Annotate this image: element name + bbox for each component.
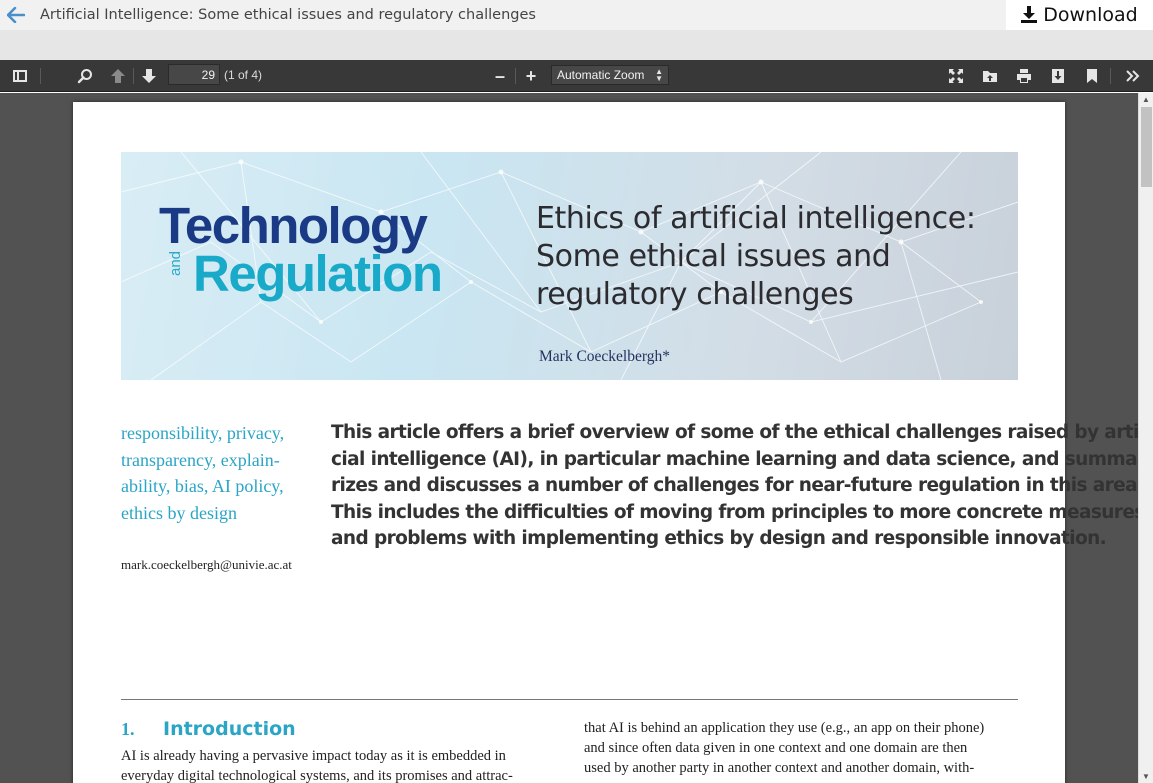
save-icon[interactable] xyxy=(1045,64,1071,88)
zoom-out-button[interactable]: – xyxy=(487,64,513,88)
keywords-line: transparency, explain- xyxy=(121,449,280,470)
abstract-line: cial intelligence (AI), in particular ma… xyxy=(331,448,1138,470)
document-title: Artificial Intelligence: Some ethical is… xyxy=(40,7,536,23)
keywords: responsibility, privacy, transparency, e… xyxy=(121,420,321,526)
section-title: Introduction xyxy=(163,718,296,740)
logo-and: and xyxy=(167,250,184,276)
zoom-value: Automatic Zoom xyxy=(557,68,645,82)
abstract-line: and problems with implementing ethics by… xyxy=(331,528,1107,549)
bookmark-icon[interactable] xyxy=(1079,64,1105,88)
body-line: and since often data given in one contex… xyxy=(584,740,968,756)
body-line: everyday digital technological systems, … xyxy=(121,768,513,783)
vertical-scrollbar[interactable]: ▲ ▼ xyxy=(1138,93,1153,783)
abstract-line: This article offers a brief overview of … xyxy=(331,422,1138,443)
toolbar-separator xyxy=(40,68,41,84)
open-file-icon[interactable] xyxy=(977,64,1003,88)
keywords-line: responsibility, privacy, xyxy=(121,423,285,443)
zoom-in-button[interactable]: + xyxy=(518,64,544,88)
download-button[interactable]: Download xyxy=(1006,0,1153,30)
toolbar-separator xyxy=(133,68,134,84)
author-email[interactable]: mark.coeckelbergh@univie.ac.at xyxy=(121,557,292,573)
previous-page-icon[interactable] xyxy=(105,64,131,88)
back-arrow-icon[interactable] xyxy=(0,0,32,30)
app-header: Artificial Intelligence: Some ethical is… xyxy=(0,0,1153,30)
select-arrows-icon: ▲ ▼ xyxy=(655,67,663,83)
keywords-line: ethics by design xyxy=(121,502,237,523)
article-author: Mark Coeckelbergh* xyxy=(539,348,670,365)
body-line: AI is already having a pervasive impact … xyxy=(121,748,506,764)
pdf-viewer[interactable]: Technology and Regulation Ethics of arti… xyxy=(0,93,1138,783)
journal-banner: Technology and Regulation Ethics of arti… xyxy=(121,152,1018,380)
toolbar-separator xyxy=(515,68,516,84)
body-text-right-column: that AI is behind an application they us… xyxy=(584,718,1024,778)
abstract-line: rizes and discusses a number of challeng… xyxy=(331,475,1138,496)
title-line: regulatory challenges xyxy=(536,277,854,312)
section-number: 1. xyxy=(121,719,135,739)
title-line: Some ethical issues and xyxy=(536,239,891,274)
keywords-line: ability, bias, AI policy, xyxy=(121,476,284,496)
page-count-label: (1 of 4) xyxy=(224,68,263,82)
print-icon[interactable] xyxy=(1011,64,1037,88)
sidebar-toggle-icon[interactable] xyxy=(7,64,33,88)
abstract: This article offers a brief overview of … xyxy=(331,420,1138,553)
logo-regulation: Regulation xyxy=(193,245,443,302)
scroll-down-icon[interactable]: ▼ xyxy=(1142,772,1150,781)
tools-menu-icon[interactable] xyxy=(1120,64,1146,88)
pdf-page: Technology and Regulation Ethics of arti… xyxy=(73,102,1138,783)
zoom-select[interactable]: Automatic Zoom ▲ ▼ xyxy=(551,65,669,85)
scroll-up-icon[interactable]: ▲ xyxy=(1142,95,1150,104)
next-page-icon[interactable] xyxy=(136,64,162,88)
section-divider xyxy=(121,699,1018,700)
title-line: Ethics of artificial intelligence: xyxy=(536,201,976,236)
download-icon xyxy=(1021,6,1038,23)
body-text-left-column: AI is already having a pervasive impact … xyxy=(121,746,551,783)
search-icon[interactable] xyxy=(72,64,98,88)
page-number-input[interactable] xyxy=(168,64,220,85)
abstract-line: This includes the difficulties of moving… xyxy=(331,501,1138,523)
header-spacer xyxy=(0,30,1153,60)
article-title: Ethics of artificial intelligence: Some … xyxy=(536,200,1006,314)
body-line: used by another party in another context… xyxy=(584,760,975,776)
presentation-mode-icon[interactable] xyxy=(943,64,969,88)
download-label: Download xyxy=(1043,4,1138,26)
toolbar-separator xyxy=(1110,68,1111,84)
body-line: that AI is behind an application they us… xyxy=(584,720,985,736)
scrollbar-thumb[interactable] xyxy=(1141,107,1152,187)
